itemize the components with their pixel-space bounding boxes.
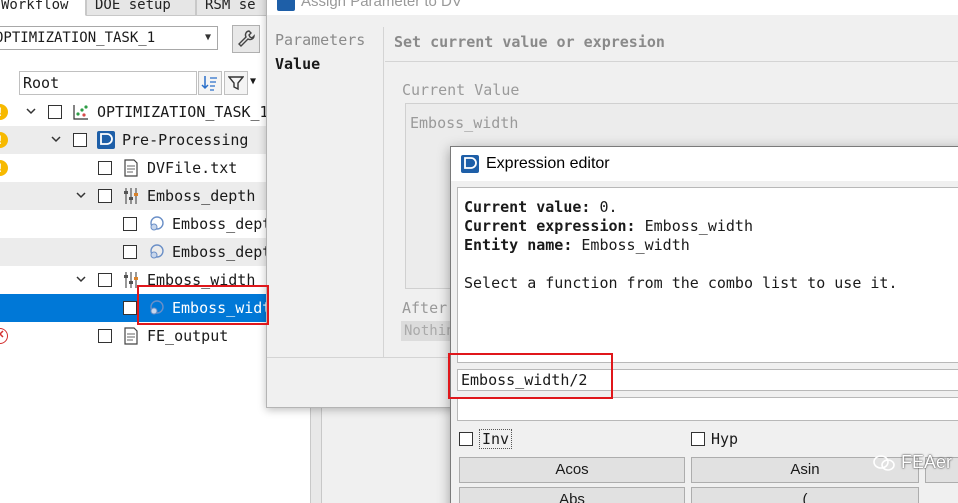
current-value-text: Emboss_width: [410, 114, 519, 132]
tab-workflow[interactable]: Workflow: [0, 0, 86, 16]
task-chart-icon: [72, 103, 90, 121]
tree-checkbox[interactable]: [98, 329, 112, 343]
chevron-down-icon: ▼: [204, 32, 212, 43]
filter-button[interactable]: [224, 71, 248, 95]
current-value-label: Current Value: [402, 81, 520, 99]
tree-label: Pre-Processing: [122, 131, 249, 149]
current-expression: Emboss_width: [644, 217, 753, 235]
wrench-icon: [238, 30, 255, 47]
section-title: Set current value or expresion: [394, 33, 665, 51]
filter-dropdown-icon[interactable]: ▼: [250, 76, 256, 87]
current-value: 0.: [599, 198, 618, 216]
tree-label: Emboss_depth: [147, 187, 256, 205]
expression-output-box[interactable]: [457, 397, 958, 421]
acos-button[interactable]: Acos: [459, 457, 685, 483]
tree-checkbox[interactable]: [123, 301, 137, 315]
highlight-expression-input: [448, 353, 613, 399]
workflow-panel: Workflow DOE setup RSM se OPTIMIZATION_T…: [0, 0, 310, 503]
parameter-icon: [147, 215, 165, 233]
chevron-down-icon[interactable]: [74, 273, 88, 287]
dialog-titlebar: Assign Parameter to DV: [267, 0, 958, 15]
tree-checkbox[interactable]: [48, 105, 62, 119]
chevron-down-icon[interactable]: [24, 105, 38, 119]
sliders-icon: [122, 187, 140, 205]
divider: [385, 61, 958, 62]
watermark: FEAer: [873, 452, 952, 473]
warning-icon: !: [0, 160, 8, 176]
sort-button[interactable]: [198, 71, 222, 95]
tree-label: Emboss_depth: [172, 243, 268, 261]
wrench-tool-button[interactable]: [232, 25, 260, 53]
nav-value[interactable]: Value: [275, 55, 320, 73]
warning-icon: !: [0, 132, 8, 148]
after-label: After: [402, 299, 448, 317]
tab-rsm-setup[interactable]: RSM se: [196, 0, 276, 16]
current-expression-key: Current expression:: [464, 217, 636, 235]
parameter-icon: [147, 243, 165, 261]
tree-label: Emboss_depth: [172, 215, 268, 233]
dialog-title: Assign Parameter to DV: [301, 0, 462, 10]
chevron-down-icon[interactable]: [49, 133, 63, 147]
tab-doe-setup[interactable]: DOE setup: [86, 0, 196, 16]
tree-checkbox[interactable]: [123, 245, 137, 259]
tree-row[interactable]: ! Pre-Processing: [0, 126, 268, 154]
current-value-key: Current value:: [464, 198, 591, 216]
highlight-selected-parameter: [137, 285, 269, 325]
chat-bubble-icon: [873, 454, 895, 471]
tree-label: DVFile.txt: [147, 159, 238, 177]
inv-checkbox-box[interactable]: [459, 432, 473, 446]
hint-text: Select a function from the combo list to…: [464, 274, 898, 292]
tree-label: OPTIMIZATION_TASK_1: [97, 103, 268, 121]
filter-icon: [228, 76, 244, 91]
app-logo-icon: [97, 131, 115, 149]
tree-checkbox[interactable]: [98, 273, 112, 287]
tree-row[interactable]: Emboss_depth: [0, 182, 268, 210]
inv-checkbox[interactable]: Inv: [459, 429, 513, 449]
tree-row[interactable]: Emboss_depth: [0, 210, 268, 238]
abs-button[interactable]: Abs: [459, 487, 685, 503]
document-icon: [122, 159, 140, 177]
tree-row[interactable]: ✕ FE_output: [0, 322, 268, 350]
open-paren-button[interactable]: (: [691, 487, 919, 503]
expression-info: Current value: 0. Current expression: Em…: [457, 187, 958, 363]
editor-title: Expression editor: [486, 155, 610, 172]
panel-tab-bar: Workflow DOE setup RSM se: [0, 0, 310, 16]
hyp-checkbox-box[interactable]: [691, 432, 705, 446]
root-header: Root: [19, 71, 197, 95]
tree-row[interactable]: Emboss_depth: [0, 238, 268, 266]
tree-checkbox[interactable]: [98, 189, 112, 203]
entity-name: Emboss_width: [581, 236, 690, 254]
warning-icon: !: [0, 104, 8, 120]
nav-parameters[interactable]: Parameters: [275, 31, 365, 49]
app-logo-icon: [277, 0, 295, 11]
tree-label: FE_output: [147, 327, 229, 345]
task-combo-value: OPTIMIZATION_TASK_1: [0, 30, 156, 46]
tree-checkbox[interactable]: [73, 133, 87, 147]
entity-name-key: Entity name:: [464, 236, 573, 254]
chevron-down-icon[interactable]: [74, 189, 88, 203]
error-icon: ✕: [0, 328, 8, 344]
app-logo-icon: [461, 155, 479, 173]
editor-titlebar: Expression editor: [451, 147, 958, 181]
task-combo[interactable]: OPTIMIZATION_TASK_1 ▼: [0, 26, 218, 50]
watermark-text: FEAer: [900, 452, 952, 472]
tree-row[interactable]: ! OPTIMIZATION_TASK_1: [0, 98, 268, 126]
inv-label: Inv: [479, 429, 513, 449]
dialog-nav: Parameters Value: [275, 27, 384, 357]
tree-checkbox[interactable]: [98, 161, 112, 175]
hyp-label: Hyp: [711, 430, 739, 448]
document-icon: [122, 327, 140, 345]
sort-icon: [201, 76, 217, 91]
hyp-checkbox[interactable]: Hyp: [691, 430, 738, 448]
tree-checkbox[interactable]: [123, 217, 137, 231]
tree-row[interactable]: ! DVFile.txt: [0, 154, 268, 182]
expression-editor-dialog: Expression editor Current value: 0. Curr…: [450, 146, 958, 503]
